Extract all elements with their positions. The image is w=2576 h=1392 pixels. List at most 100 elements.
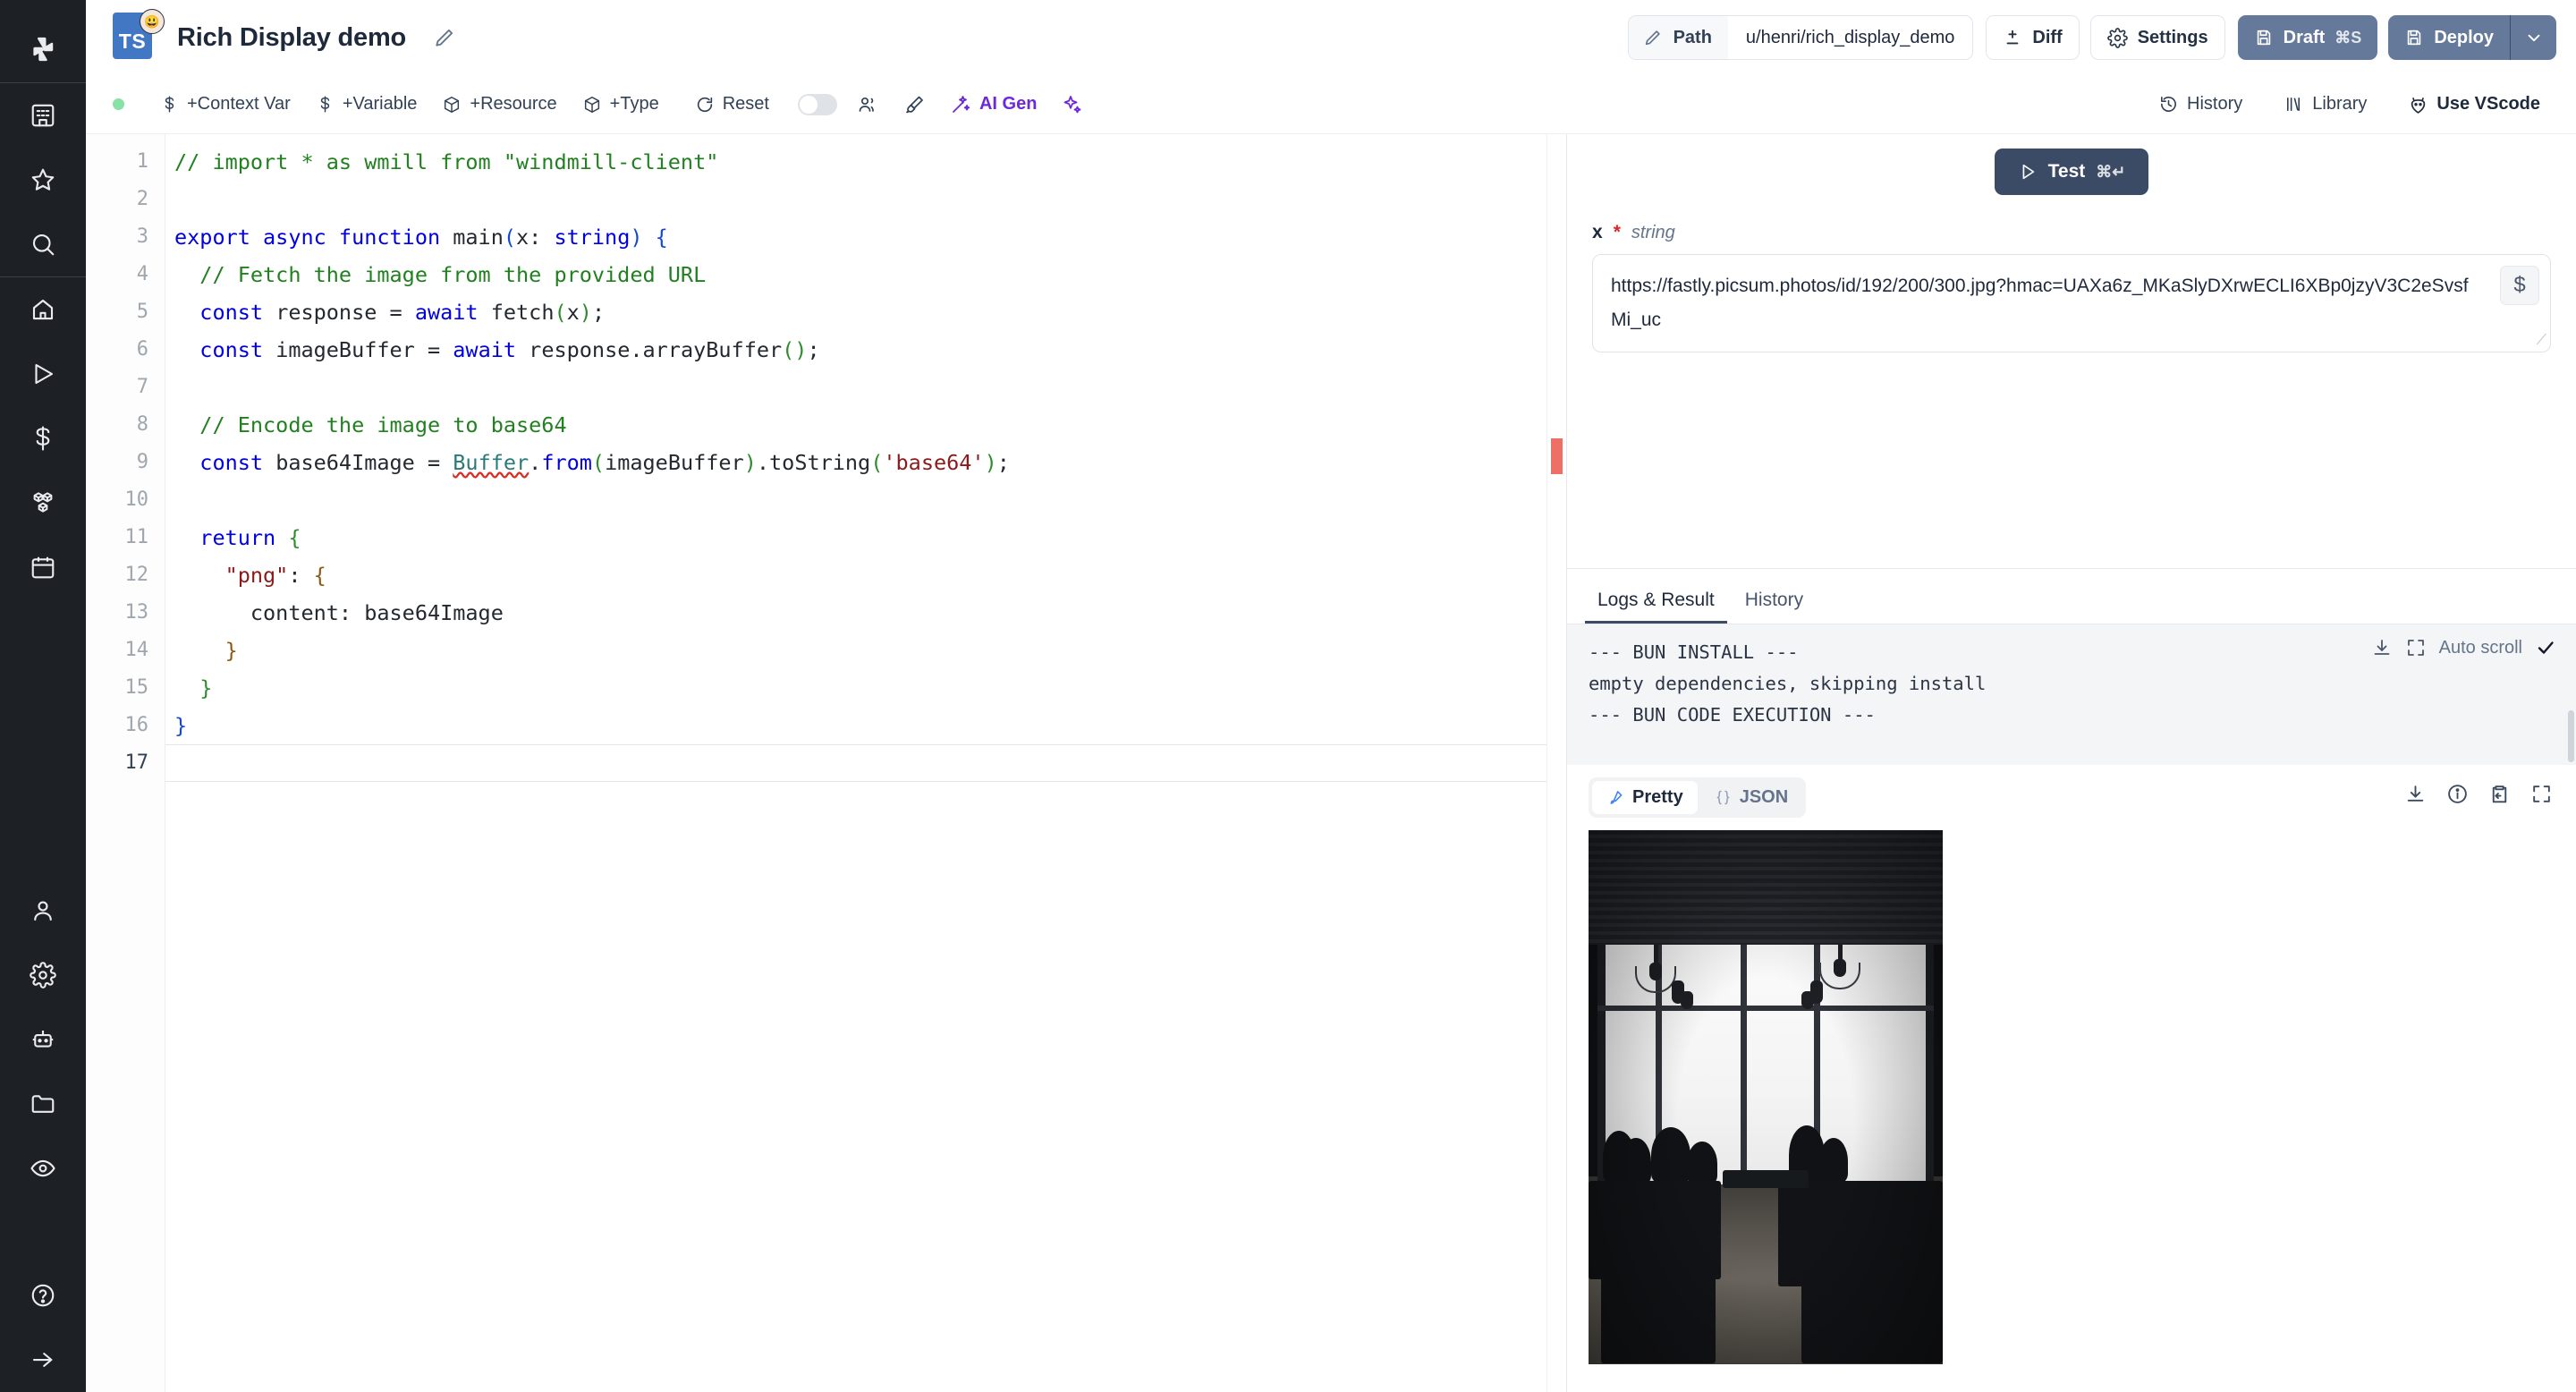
clipboard-icon[interactable] bbox=[2488, 783, 2511, 805]
arg-label-row: x * string bbox=[1592, 222, 2551, 243]
deploy-dropdown-button[interactable] bbox=[2510, 15, 2556, 60]
ai-gen-button[interactable]: AI Gen bbox=[937, 85, 1049, 124]
sidebar-item-variables[interactable] bbox=[0, 406, 86, 471]
line-number-active: 17 bbox=[124, 751, 149, 774]
arg-value[interactable]: https://fastly.picsum.photos/id/192/200/… bbox=[1611, 269, 2532, 337]
toolbar-right-group: History Library Use VScode bbox=[2146, 85, 2553, 124]
box-icon bbox=[445, 96, 460, 113]
page-title: Rich Display demo bbox=[177, 22, 407, 52]
diff-button[interactable]: Diff bbox=[1986, 15, 2080, 60]
play-icon bbox=[2022, 164, 2034, 180]
box-icon bbox=[584, 96, 599, 113]
library-button[interactable]: Library bbox=[2271, 85, 2379, 124]
sidebar-item-resources[interactable] bbox=[0, 471, 86, 535]
path-value[interactable]: u/henri/rich_display_demo bbox=[1728, 28, 1972, 48]
error-marker[interactable] bbox=[1551, 438, 1563, 474]
share-toggle[interactable] bbox=[797, 93, 837, 115]
info-icon[interactable] bbox=[2446, 783, 2469, 805]
sidebar-item-schedules[interactable] bbox=[0, 535, 86, 599]
sidebar-item-account[interactable] bbox=[0, 878, 86, 943]
format-button[interactable] bbox=[891, 85, 937, 124]
log-line: empty dependencies, skipping install bbox=[1589, 673, 1987, 694]
editor-body: 1 2 3 4 5 6 7 8 9 10 11 12 13 14 15 16 1 bbox=[86, 134, 2576, 1392]
reset-icon bbox=[697, 97, 712, 112]
result-view-switcher: Pretty JSON bbox=[1589, 777, 1807, 818]
windmill-logo-icon[interactable] bbox=[0, 16, 86, 82]
line-number: 9 bbox=[136, 451, 148, 473]
line-number: 15 bbox=[124, 676, 149, 699]
expand-icon[interactable] bbox=[2530, 783, 2553, 805]
sidebar-item-home[interactable] bbox=[0, 277, 86, 342]
deploy-label: Deploy bbox=[2434, 27, 2494, 47]
sidebar-item-workspace[interactable] bbox=[0, 83, 86, 148]
add-context-var-button[interactable]: +Context Var bbox=[148, 85, 303, 124]
draft-label: Draft bbox=[2283, 27, 2326, 47]
arg-input-box[interactable]: https://fastly.picsum.photos/id/192/200/… bbox=[1592, 254, 2551, 352]
test-args-panel: Test ⌘↵ x * string https://fastly.picsum… bbox=[1567, 134, 2576, 568]
use-vscode-button[interactable]: Use VScode bbox=[2395, 85, 2553, 124]
add-variable-button[interactable]: +Variable bbox=[303, 85, 430, 124]
check-icon[interactable] bbox=[2535, 637, 2556, 658]
settings-label: Settings bbox=[2137, 27, 2208, 47]
draft-button[interactable]: Draft ⌘S bbox=[2237, 15, 2378, 60]
test-button[interactable]: Test ⌘↵ bbox=[1994, 149, 2149, 195]
line-number: 1 bbox=[136, 150, 148, 173]
add-context-var-label: +Context Var bbox=[187, 94, 291, 114]
line-number: 11 bbox=[124, 526, 149, 548]
ai-sparkles-button[interactable] bbox=[1049, 85, 1096, 124]
sidebar-item-runs[interactable] bbox=[0, 342, 86, 406]
code-line-13: content: base64Image bbox=[250, 600, 504, 625]
tab-logs-result[interactable]: Logs & Result bbox=[1585, 590, 1727, 624]
diff-label: Diff bbox=[2032, 27, 2063, 47]
view-mode-pretty[interactable]: Pretty bbox=[1592, 781, 1698, 814]
tab-history[interactable]: History bbox=[1733, 590, 1816, 624]
log-controls: Auto scroll bbox=[2371, 637, 2556, 658]
sidebar-item-help[interactable] bbox=[0, 1263, 86, 1328]
sidebar-item-workers[interactable] bbox=[0, 1007, 86, 1072]
sidebar-item-settings[interactable] bbox=[0, 943, 86, 1007]
code-content[interactable]: // import * as wmill from "windmill-clie… bbox=[165, 134, 1546, 1392]
download-icon[interactable] bbox=[2371, 637, 2393, 658]
save-icon bbox=[2408, 30, 2421, 46]
settings-button[interactable]: Settings bbox=[2089, 15, 2225, 60]
app-root: TS 😃 Rich Display demo Path u/henri/rich… bbox=[0, 0, 2576, 1392]
add-type-button[interactable]: +Type bbox=[570, 85, 672, 124]
sidebar-item-folders[interactable] bbox=[0, 1072, 86, 1136]
sidebar-item-audit-logs[interactable] bbox=[0, 1136, 86, 1201]
expand-icon[interactable] bbox=[2405, 637, 2427, 658]
sidebar-item-favorites[interactable] bbox=[0, 148, 86, 212]
library-label: Library bbox=[2312, 94, 2368, 114]
dollar-icon[interactable]: $ bbox=[2500, 266, 2539, 305]
add-resource-button[interactable]: +Resource bbox=[429, 85, 569, 124]
line-number: 12 bbox=[124, 564, 149, 586]
resize-handle[interactable]: ⟋ bbox=[2537, 333, 2546, 349]
path-label-group: Path bbox=[1628, 16, 1728, 59]
log-scrollbar[interactable] bbox=[2568, 710, 2574, 762]
path-field[interactable]: Path u/henri/rich_display_demo bbox=[1627, 15, 1974, 60]
edit-title-button[interactable] bbox=[433, 26, 456, 49]
logs-output[interactable]: --- BUN INSTALL --- empty dependencies, … bbox=[1567, 624, 2576, 765]
deploy-button[interactable]: Deploy bbox=[2388, 15, 2510, 60]
test-row: Test ⌘↵ bbox=[1592, 149, 2551, 195]
editor-scroll-gutter[interactable] bbox=[1546, 134, 1566, 1392]
test-shortcut: ⌘↵ bbox=[2096, 162, 2126, 181]
line-number: 7 bbox=[136, 376, 148, 398]
reset-button[interactable]: Reset bbox=[682, 85, 782, 124]
required-indicator: * bbox=[1613, 222, 1621, 242]
line-number: 5 bbox=[136, 301, 148, 323]
left-sidebar bbox=[0, 0, 86, 1392]
code-line-17 bbox=[165, 744, 1546, 782]
result-image[interactable] bbox=[1589, 830, 1943, 1364]
line-number: 14 bbox=[124, 639, 149, 661]
download-icon[interactable] bbox=[2404, 783, 2427, 805]
photo-vignette bbox=[1589, 830, 1943, 1364]
history-button[interactable]: History bbox=[2146, 85, 2255, 124]
sidebar-item-search[interactable] bbox=[0, 212, 86, 276]
code-editor[interactable]: 1 2 3 4 5 6 7 8 9 10 11 12 13 14 15 16 1 bbox=[86, 134, 1567, 1392]
code-line-3: export async function main(x: string) { bbox=[174, 225, 668, 250]
view-mode-json[interactable]: JSON bbox=[1699, 781, 1802, 814]
sidebar-expand-button[interactable] bbox=[0, 1328, 86, 1392]
collaborators-button[interactable] bbox=[844, 85, 891, 124]
test-label: Test bbox=[2047, 161, 2086, 182]
